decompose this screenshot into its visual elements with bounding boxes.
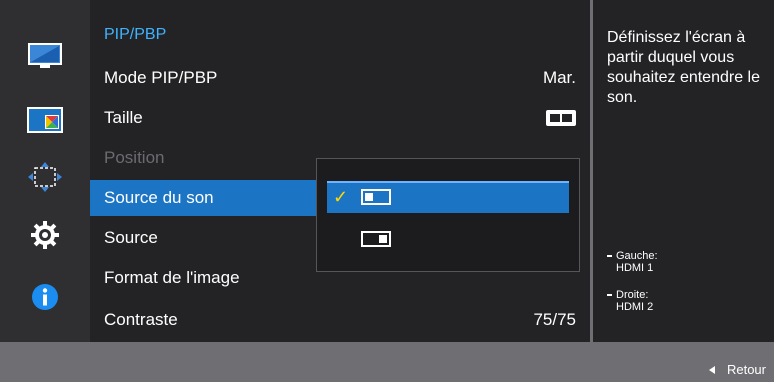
menu-item-label: Position (104, 148, 165, 167)
note-right: Droite: HDMI 2 (607, 289, 767, 313)
pip-icon[interactable] (27, 106, 63, 136)
note-left-label: Gauche: (616, 250, 658, 262)
menu-item-label: Contraste (104, 310, 178, 329)
gear-icon[interactable] (27, 220, 63, 250)
menu-item-taille[interactable]: Taille (90, 100, 590, 136)
menu-item-contraste[interactable]: Contraste 75/75 (90, 302, 590, 338)
menu-title: PIP/PBP (104, 26, 167, 43)
monitor-icon[interactable] (27, 42, 63, 72)
resize-arrows-icon[interactable] (27, 162, 63, 192)
sidebar (0, 0, 90, 342)
menu-item-label: Taille (104, 108, 143, 127)
note-right-value: HDMI 2 (616, 301, 654, 313)
note-left-value: HDMI 1 (616, 262, 654, 274)
info-icon[interactable] (27, 282, 63, 312)
back-arrow-icon (708, 365, 715, 374)
size-pbp-icon (546, 110, 576, 126)
right-window-icon (361, 231, 391, 247)
menu-item-label: Mode PIP/PBP (104, 68, 218, 87)
sound-source-popup: ✓ (316, 158, 580, 272)
osd-screen: PIP/PBP Mode PIP/PBP Mar. Taille Positio… (0, 0, 774, 382)
note-left: Gauche: HDMI 1 (607, 250, 767, 274)
note-right-label: Droite: (616, 289, 649, 301)
menu-item-mode-pip-pbp[interactable]: Mode PIP/PBP Mar. (90, 60, 590, 96)
menu-item-label: Source du son (104, 188, 214, 207)
popup-option-right[interactable] (327, 223, 569, 255)
menu-item-value: Mar. (542, 68, 576, 87)
check-icon: ✓ (333, 186, 349, 207)
menu-item-label: Source (104, 228, 158, 247)
menu-item-label: Format de l'image (104, 268, 240, 287)
back-button[interactable]: Retour (708, 362, 766, 377)
menu-item-source-du-son[interactable]: Source du son (90, 180, 320, 216)
menu-item-value: 75/75 (533, 310, 576, 329)
footer-bar (0, 342, 774, 382)
popup-option-left[interactable]: ✓ (327, 181, 569, 213)
info-panel: Définissez l'écran à partir duquel vous … (590, 0, 774, 342)
info-description: Définissez l'écran à partir duquel vous … (607, 29, 760, 106)
left-window-icon (361, 189, 391, 205)
back-label: Retour (726, 362, 766, 377)
